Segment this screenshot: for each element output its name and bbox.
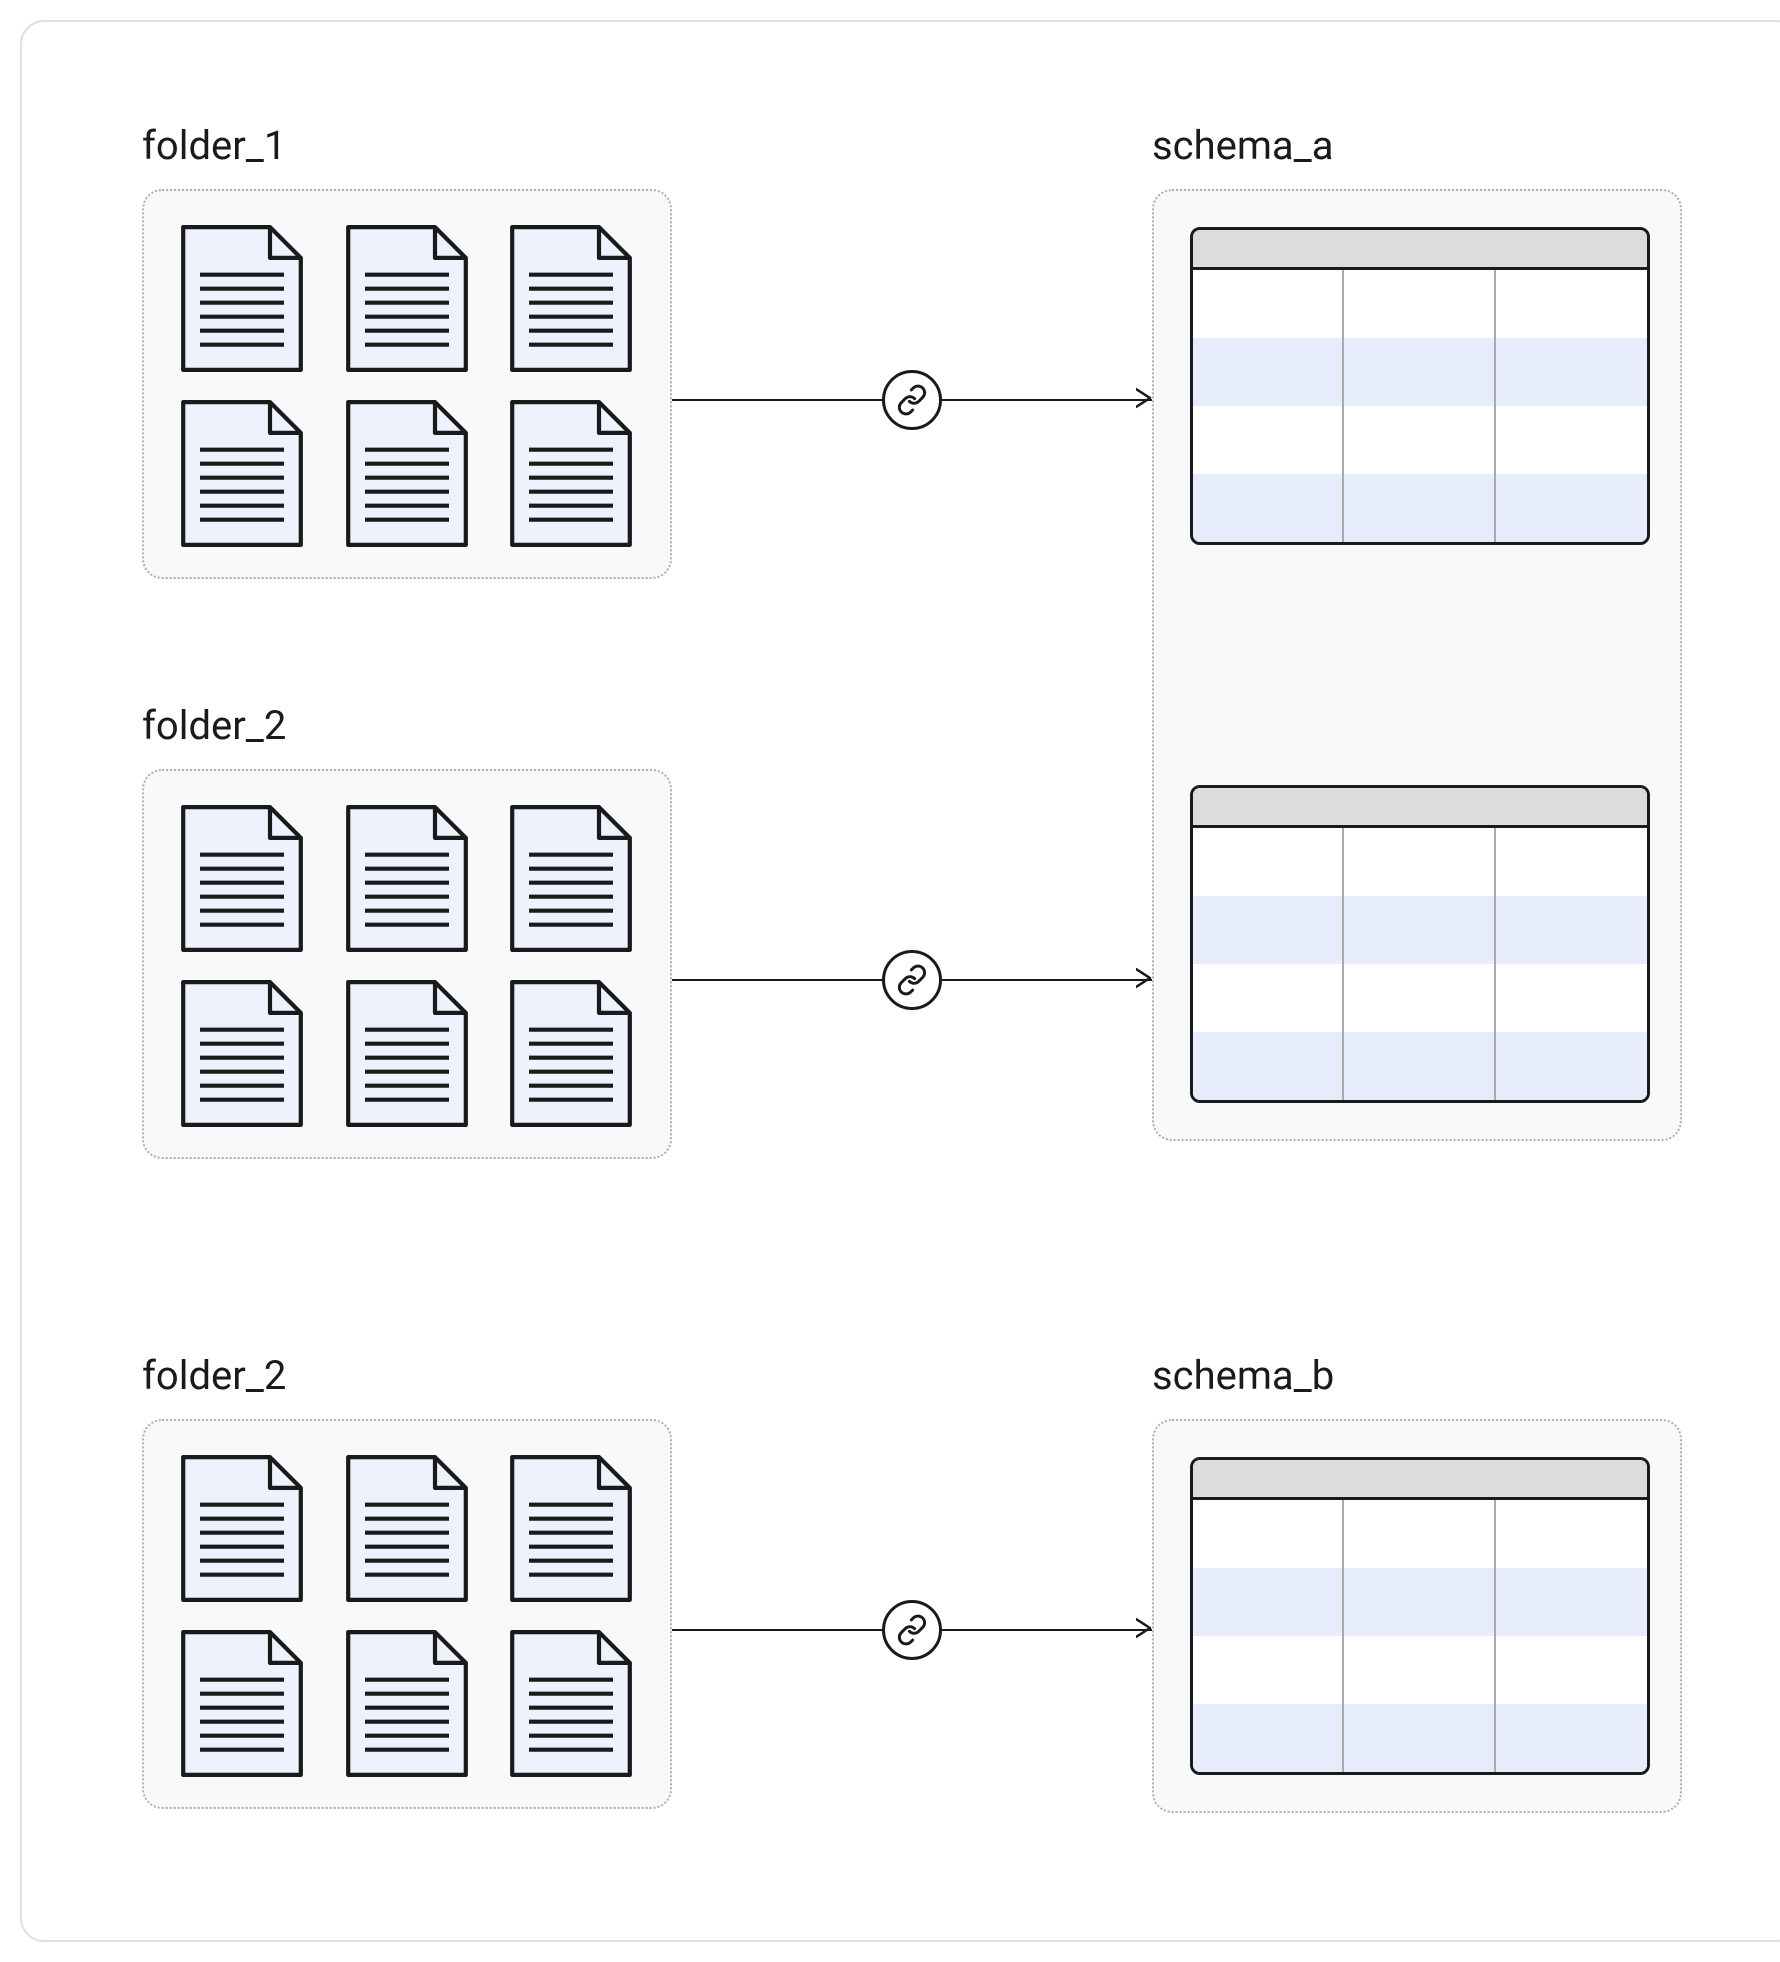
table-cell [1344, 1704, 1495, 1772]
table-cell [1496, 1636, 1647, 1704]
table-cell [1193, 964, 1344, 1032]
table-cell [1193, 1636, 1344, 1704]
table-body [1193, 270, 1647, 542]
document-icon [337, 396, 477, 551]
folder-group-2b: folder_2 [142, 1352, 672, 1809]
document-icon [501, 801, 641, 956]
arrowhead-icon [1136, 387, 1154, 413]
table-cell [1496, 270, 1647, 338]
table-cell [1193, 1500, 1344, 1568]
document-icon [501, 1626, 641, 1781]
document-icon [172, 396, 312, 551]
table-cell [1496, 1500, 1647, 1568]
connector-line [942, 1629, 1152, 1632]
connector-line [672, 1629, 882, 1632]
document-icon [337, 801, 477, 956]
table-cell [1344, 338, 1495, 406]
document-icon [337, 1626, 477, 1781]
document-icon [501, 221, 641, 376]
table-cell [1496, 338, 1647, 406]
document-icon [501, 1451, 641, 1606]
folder-group-1: folder_1 [142, 122, 672, 579]
document-icon [172, 221, 312, 376]
link-icon [882, 370, 942, 430]
schema-label: schema_a [1152, 122, 1682, 169]
schema-label: schema_b [1152, 1352, 1682, 1399]
table-cell [1193, 474, 1344, 542]
document-icon [172, 976, 312, 1131]
table-cell [1193, 1704, 1344, 1772]
table-cell [1496, 474, 1647, 542]
table-cell [1496, 1032, 1647, 1100]
folder-box [142, 189, 672, 579]
connector-line [942, 979, 1152, 982]
folder-label: folder_2 [142, 1352, 672, 1399]
schema-group-a: schema_a [1152, 122, 1682, 1141]
table-cell [1344, 1032, 1495, 1100]
table-cell [1193, 896, 1344, 964]
document-icon [337, 976, 477, 1131]
connector-1 [672, 370, 1152, 430]
connector-line [942, 399, 1152, 402]
table-cell [1344, 1636, 1495, 1704]
arrowhead-icon [1136, 967, 1154, 993]
table-cell [1193, 1032, 1344, 1100]
table-cell [1344, 406, 1495, 474]
arrowhead-icon [1136, 1617, 1154, 1643]
table-cell [1193, 406, 1344, 474]
table-cell [1344, 828, 1495, 896]
folder-box [142, 1419, 672, 1809]
folder-label: folder_1 [142, 122, 672, 169]
folder-group-2a: folder_2 [142, 702, 672, 1159]
table-cell [1496, 1568, 1647, 1636]
connector-3 [672, 1600, 1152, 1660]
table-cell [1193, 828, 1344, 896]
table-cell [1496, 1704, 1647, 1772]
table-cell [1344, 1568, 1495, 1636]
document-icon [337, 1451, 477, 1606]
table-cell [1344, 270, 1495, 338]
diagram-canvas: folder_1 [20, 20, 1780, 1942]
table-cell [1496, 406, 1647, 474]
table-cell [1344, 1500, 1495, 1568]
document-icon [501, 396, 641, 551]
schema-box [1152, 189, 1682, 1141]
document-icon [172, 1626, 312, 1781]
table-cell [1344, 896, 1495, 964]
table-cell [1193, 1568, 1344, 1636]
table-cell [1344, 474, 1495, 542]
table-graphic [1190, 785, 1650, 1103]
table-cell [1344, 964, 1495, 1032]
table-body [1193, 828, 1647, 1100]
document-icon [337, 221, 477, 376]
link-icon [882, 1600, 942, 1660]
table-body [1193, 1500, 1647, 1772]
schema-box [1152, 1419, 1682, 1813]
table-cell [1193, 338, 1344, 406]
table-cell [1193, 270, 1344, 338]
folder-box [142, 769, 672, 1159]
document-icon [172, 801, 312, 956]
table-header [1193, 788, 1647, 828]
connector-line [672, 399, 882, 402]
table-graphic [1190, 227, 1650, 545]
connector-2 [672, 950, 1152, 1010]
table-header [1193, 1460, 1647, 1500]
folder-label: folder_2 [142, 702, 672, 749]
connector-line [672, 979, 882, 982]
table-graphic [1190, 1457, 1650, 1775]
document-icon [172, 1451, 312, 1606]
document-icon [501, 976, 641, 1131]
link-icon [882, 950, 942, 1010]
table-header [1193, 230, 1647, 270]
schema-group-b: schema_b [1152, 1352, 1682, 1813]
table-cell [1496, 964, 1647, 1032]
table-cell [1496, 828, 1647, 896]
table-cell [1496, 896, 1647, 964]
